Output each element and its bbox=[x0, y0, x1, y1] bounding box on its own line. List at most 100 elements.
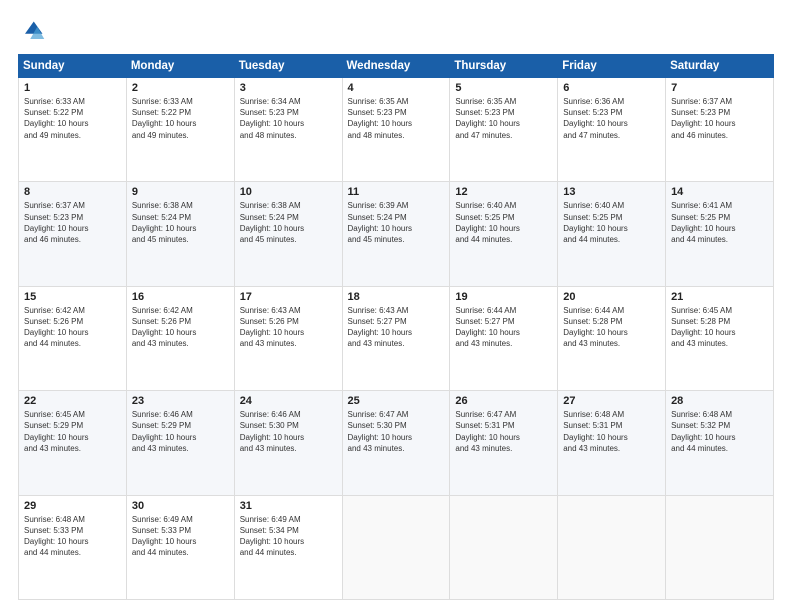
day-info: Sunrise: 6:41 AM Sunset: 5:25 PM Dayligh… bbox=[671, 200, 768, 245]
calendar-day-cell: 12 Sunrise: 6:40 AM Sunset: 5:25 PM Dayli… bbox=[450, 182, 558, 286]
day-number: 7 bbox=[671, 82, 768, 94]
day-number: 12 bbox=[455, 186, 552, 198]
day-info: Sunrise: 6:42 AM Sunset: 5:26 PM Dayligh… bbox=[24, 305, 121, 350]
day-info: Sunrise: 6:37 AM Sunset: 5:23 PM Dayligh… bbox=[671, 96, 768, 141]
day-info: Sunrise: 6:33 AM Sunset: 5:22 PM Dayligh… bbox=[132, 96, 229, 141]
calendar-day-cell: 6Sunrise: 6:36 AM Sunset: 5:23 PM Daylig… bbox=[558, 78, 666, 182]
day-info: Sunrise: 6:44 AM Sunset: 5:27 PM Dayligh… bbox=[455, 305, 552, 350]
day-number: 31 bbox=[240, 500, 337, 512]
day-info: Sunrise: 6:46 AM Sunset: 5:30 PM Dayligh… bbox=[240, 409, 337, 454]
day-number: 23 bbox=[132, 395, 229, 407]
day-info: Sunrise: 6:38 AM Sunset: 5:24 PM Dayligh… bbox=[240, 200, 337, 245]
logo bbox=[18, 18, 50, 46]
day-info: Sunrise: 6:43 AM Sunset: 5:26 PM Dayligh… bbox=[240, 305, 337, 350]
calendar-day-cell: 16Sunrise: 6:42 AM Sunset: 5:26 PM Dayli… bbox=[126, 286, 234, 390]
day-info: Sunrise: 6:40 AM Sunset: 5:25 PM Dayligh… bbox=[455, 200, 552, 245]
day-number: 10 bbox=[240, 186, 337, 198]
calendar-day-cell: 4Sunrise: 6:35 AM Sunset: 5:23 PM Daylig… bbox=[342, 78, 450, 182]
day-number: 28 bbox=[671, 395, 768, 407]
day-info: Sunrise: 6:47 AM Sunset: 5:30 PM Dayligh… bbox=[348, 409, 445, 454]
calendar-day-cell: 22 Sunrise: 6:45 AM Sunset: 5:29 PM Dayli… bbox=[19, 391, 127, 495]
calendar-day-cell: 9 Sunrise: 6:38 AM Sunset: 5:24 PM Daylig… bbox=[126, 182, 234, 286]
day-info: Sunrise: 6:37 AM Sunset: 5:23 PM Dayligh… bbox=[24, 200, 121, 245]
calendar-day-cell: 11Sunrise: 6:39 AM Sunset: 5:24 PM Dayli… bbox=[342, 182, 450, 286]
calendar-day-cell: 1Sunrise: 6:33 AM Sunset: 5:22 PM Daylig… bbox=[19, 78, 127, 182]
calendar-day-cell bbox=[450, 495, 558, 599]
calendar-body: 1 Sunrise: 6:33 AM Sunset: 5:22 PM Daylig… bbox=[19, 78, 774, 600]
day-number: 19 bbox=[455, 291, 552, 303]
day-number: 21 bbox=[671, 291, 768, 303]
weekday-header-cell: Sunday bbox=[19, 55, 127, 78]
day-number: 18 bbox=[348, 291, 445, 303]
calendar-day-cell: 29 Sunrise: 6:48 AM Sunset: 5:33 PM Dayli… bbox=[19, 495, 127, 599]
calendar-day-cell: 28 Sunrise: 6:48 AM Sunset: 5:32 PM Dayli… bbox=[666, 391, 774, 495]
calendar-day-cell: 7 Sunrise: 6:37 AM Sunset: 5:23 PM Daylig… bbox=[666, 78, 774, 182]
day-number: 6 bbox=[563, 82, 660, 94]
day-info: Sunrise: 6:49 AM Sunset: 5:33 PM Dayligh… bbox=[132, 514, 229, 559]
weekday-header-cell: Tuesday bbox=[234, 55, 342, 78]
calendar-page: SundayMondayTuesdayWednesdayThursdayFrid… bbox=[0, 0, 792, 612]
day-number: 30 bbox=[132, 500, 229, 512]
day-number: 8 bbox=[24, 186, 121, 198]
day-number: 3 bbox=[240, 82, 337, 94]
day-info: Sunrise: 6:34 AM Sunset: 5:23 PM Dayligh… bbox=[240, 96, 337, 141]
day-number: 29 bbox=[24, 500, 121, 512]
calendar-day-cell: 8 Sunrise: 6:37 AM Sunset: 5:23 PM Daylig… bbox=[19, 182, 127, 286]
day-info: Sunrise: 6:35 AM Sunset: 5:23 PM Dayligh… bbox=[348, 96, 445, 141]
calendar-day-cell: 13Sunrise: 6:40 AM Sunset: 5:25 PM Dayli… bbox=[558, 182, 666, 286]
calendar-day-cell: 24 Sunrise: 6:46 AM Sunset: 5:30 PM Dayli… bbox=[234, 391, 342, 495]
calendar-day-cell bbox=[558, 495, 666, 599]
day-number: 24 bbox=[240, 395, 337, 407]
day-number: 2 bbox=[132, 82, 229, 94]
day-info: Sunrise: 6:48 AM Sunset: 5:31 PM Dayligh… bbox=[563, 409, 660, 454]
day-number: 13 bbox=[563, 186, 660, 198]
day-info: Sunrise: 6:47 AM Sunset: 5:31 PM Dayligh… bbox=[455, 409, 552, 454]
day-info: Sunrise: 6:44 AM Sunset: 5:28 PM Dayligh… bbox=[563, 305, 660, 350]
day-number: 5 bbox=[455, 82, 552, 94]
day-number: 25 bbox=[348, 395, 445, 407]
calendar-day-cell: 2 Sunrise: 6:33 AM Sunset: 5:22 PM Daylig… bbox=[126, 78, 234, 182]
calendar-day-cell: 31 Sunrise: 6:49 AM Sunset: 5:34 PM Dayli… bbox=[234, 495, 342, 599]
calendar-day-cell: 20 Sunrise: 6:44 AM Sunset: 5:28 PM Dayli… bbox=[558, 286, 666, 390]
header bbox=[18, 18, 774, 46]
calendar-day-cell: 30 Sunrise: 6:49 AM Sunset: 5:33 PM Dayli… bbox=[126, 495, 234, 599]
day-info: Sunrise: 6:45 AM Sunset: 5:29 PM Dayligh… bbox=[24, 409, 121, 454]
calendar-day-cell: 10 Sunrise: 6:38 AM Sunset: 5:24 PM Dayli… bbox=[234, 182, 342, 286]
weekday-header-cell: Saturday bbox=[666, 55, 774, 78]
weekday-header-cell: Wednesday bbox=[342, 55, 450, 78]
calendar-day-cell: 21 Sunrise: 6:45 AM Sunset: 5:28 PM Dayli… bbox=[666, 286, 774, 390]
day-number: 26 bbox=[455, 395, 552, 407]
calendar-week-row: 15 Sunrise: 6:42 AM Sunset: 5:26 PM Dayli… bbox=[19, 286, 774, 390]
day-number: 1 bbox=[24, 82, 121, 94]
day-info: Sunrise: 6:48 AM Sunset: 5:33 PM Dayligh… bbox=[24, 514, 121, 559]
day-info: Sunrise: 6:43 AM Sunset: 5:27 PM Dayligh… bbox=[348, 305, 445, 350]
day-number: 15 bbox=[24, 291, 121, 303]
day-number: 27 bbox=[563, 395, 660, 407]
day-info: Sunrise: 6:45 AM Sunset: 5:28 PM Dayligh… bbox=[671, 305, 768, 350]
calendar-week-row: 29 Sunrise: 6:48 AM Sunset: 5:33 PM Dayli… bbox=[19, 495, 774, 599]
weekday-header-cell: Thursday bbox=[450, 55, 558, 78]
day-number: 20 bbox=[563, 291, 660, 303]
calendar-day-cell: 3 Sunrise: 6:34 AM Sunset: 5:23 PM Daylig… bbox=[234, 78, 342, 182]
weekday-header-row: SundayMondayTuesdayWednesdayThursdayFrid… bbox=[19, 55, 774, 78]
day-info: Sunrise: 6:46 AM Sunset: 5:29 PM Dayligh… bbox=[132, 409, 229, 454]
day-number: 14 bbox=[671, 186, 768, 198]
day-info: Sunrise: 6:39 AM Sunset: 5:24 PM Dayligh… bbox=[348, 200, 445, 245]
day-info: Sunrise: 6:49 AM Sunset: 5:34 PM Dayligh… bbox=[240, 514, 337, 559]
calendar-table: SundayMondayTuesdayWednesdayThursdayFrid… bbox=[18, 54, 774, 600]
calendar-day-cell: 17Sunrise: 6:43 AM Sunset: 5:26 PM Dayli… bbox=[234, 286, 342, 390]
logo-icon bbox=[18, 18, 46, 46]
day-number: 22 bbox=[24, 395, 121, 407]
weekday-header-cell: Monday bbox=[126, 55, 234, 78]
day-number: 9 bbox=[132, 186, 229, 198]
calendar-week-row: 8 Sunrise: 6:37 AM Sunset: 5:23 PM Daylig… bbox=[19, 182, 774, 286]
day-info: Sunrise: 6:35 AM Sunset: 5:23 PM Dayligh… bbox=[455, 96, 552, 141]
calendar-day-cell: 26 Sunrise: 6:47 AM Sunset: 5:31 PM Dayli… bbox=[450, 391, 558, 495]
calendar-day-cell: 14 Sunrise: 6:41 AM Sunset: 5:25 PM Dayli… bbox=[666, 182, 774, 286]
calendar-day-cell: 27 Sunrise: 6:48 AM Sunset: 5:31 PM Dayli… bbox=[558, 391, 666, 495]
day-info: Sunrise: 6:48 AM Sunset: 5:32 PM Dayligh… bbox=[671, 409, 768, 454]
day-info: Sunrise: 6:38 AM Sunset: 5:24 PM Dayligh… bbox=[132, 200, 229, 245]
calendar-day-cell: 19 Sunrise: 6:44 AM Sunset: 5:27 PM Dayli… bbox=[450, 286, 558, 390]
calendar-day-cell: 18 Sunrise: 6:43 AM Sunset: 5:27 PM Dayli… bbox=[342, 286, 450, 390]
calendar-day-cell bbox=[666, 495, 774, 599]
